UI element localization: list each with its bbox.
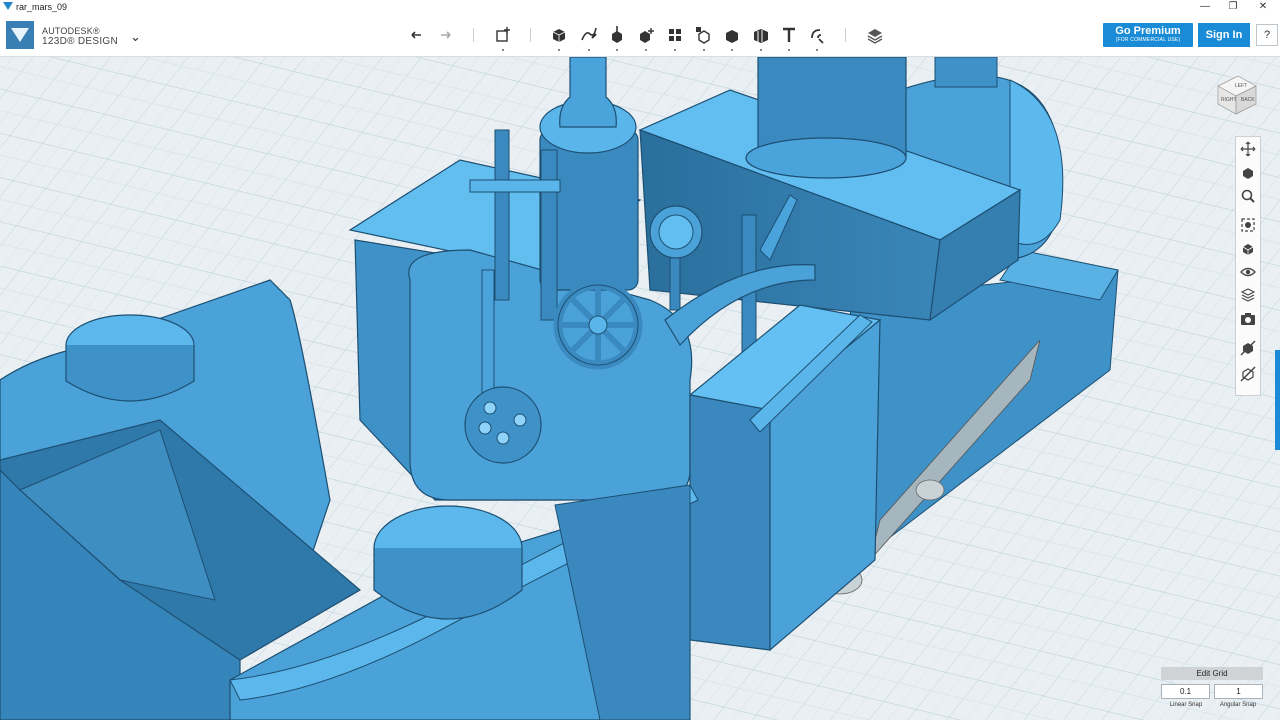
construct-icon[interactable] [606,24,628,51]
navigation-bar [1235,136,1261,396]
pattern-icon[interactable] [664,24,686,51]
main-toolbar: AUTODESK® 123D® DESIGN ⌄ [0,14,1280,57]
sign-in-button[interactable]: Sign In [1198,23,1250,47]
pan-icon[interactable] [1240,141,1256,157]
text-icon[interactable] [778,24,800,51]
grouping-icon[interactable] [693,24,715,51]
linear-snap-label: Linear Snap [1169,702,1203,708]
sketch-icon[interactable] [578,24,600,51]
combine-icon[interactable] [721,24,743,51]
minimize-button[interactable]: — [1190,0,1220,14]
maximize-button[interactable]: ❐ [1218,0,1248,14]
redo-icon[interactable] [434,24,456,46]
window-titlebar: rar_mars_09 — ❐ ✕ [0,0,1280,14]
transform-icon[interactable] [492,24,514,51]
camera-icon[interactable] [1240,311,1256,327]
viewport-3d[interactable] [0,57,1280,720]
viewcube-face-left[interactable]: LEFT [1235,83,1247,89]
material-icon[interactable] [864,24,886,46]
side-panel-handle[interactable] [1275,350,1280,450]
orbit-icon[interactable] [1240,165,1256,181]
primitives-icon[interactable] [548,24,570,51]
hide-all-icon[interactable] [1240,366,1256,382]
visibility-icon[interactable] [1240,264,1256,280]
fit-icon[interactable] [1240,217,1256,233]
viewcube-face-right[interactable]: RIGHT [1221,97,1237,103]
hide-icon[interactable] [1240,340,1256,356]
measure-icon[interactable] [750,24,772,51]
linear-snap-field[interactable]: 0.1 [1161,684,1210,699]
brand-company: AUTODESK® [42,26,100,36]
toolbar-divider [845,28,846,42]
view-cube[interactable]: LEFT RIGHT BACK [1214,70,1260,116]
app-logo[interactable] [6,21,34,49]
go-premium-button[interactable]: Go Premium (FOR COMMERCIAL USE) [1103,23,1193,47]
snap-icon[interactable] [806,24,828,51]
views-icon[interactable] [1240,241,1256,257]
regulator-handwheel[interactable] [553,280,643,370]
window-title: rar_mars_09 [16,2,68,12]
close-button[interactable]: ✕ [1248,0,1278,14]
brand-product: 123D® DESIGN [42,36,118,47]
toolbar-divider [530,28,531,42]
grid-settings-panel: Edit Grid 0.1 1 Linear Snap Angular Snap [1161,667,1263,711]
scene-canvas[interactable] [0,57,1280,720]
go-premium-sublabel: (FOR COMMERCIAL USE) [1115,37,1181,43]
edit-grid-button[interactable]: Edit Grid [1161,667,1263,680]
angular-snap-label: Angular Snap [1219,702,1257,708]
app-icon [3,2,13,10]
chevron-down-icon[interactable]: ⌄ [130,29,141,45]
go-premium-label: Go Premium [1115,25,1181,37]
help-button[interactable]: ? [1256,24,1278,46]
firehole-door[interactable] [464,386,542,464]
undo-icon[interactable] [406,24,428,46]
zoom-icon[interactable] [1240,188,1256,204]
viewcube-face-back[interactable]: BACK [1241,97,1255,103]
materials-outline-icon[interactable] [1240,287,1256,303]
angular-snap-field[interactable]: 1 [1214,684,1263,699]
toolbar-divider [473,28,474,42]
modify-icon[interactable] [635,24,657,51]
